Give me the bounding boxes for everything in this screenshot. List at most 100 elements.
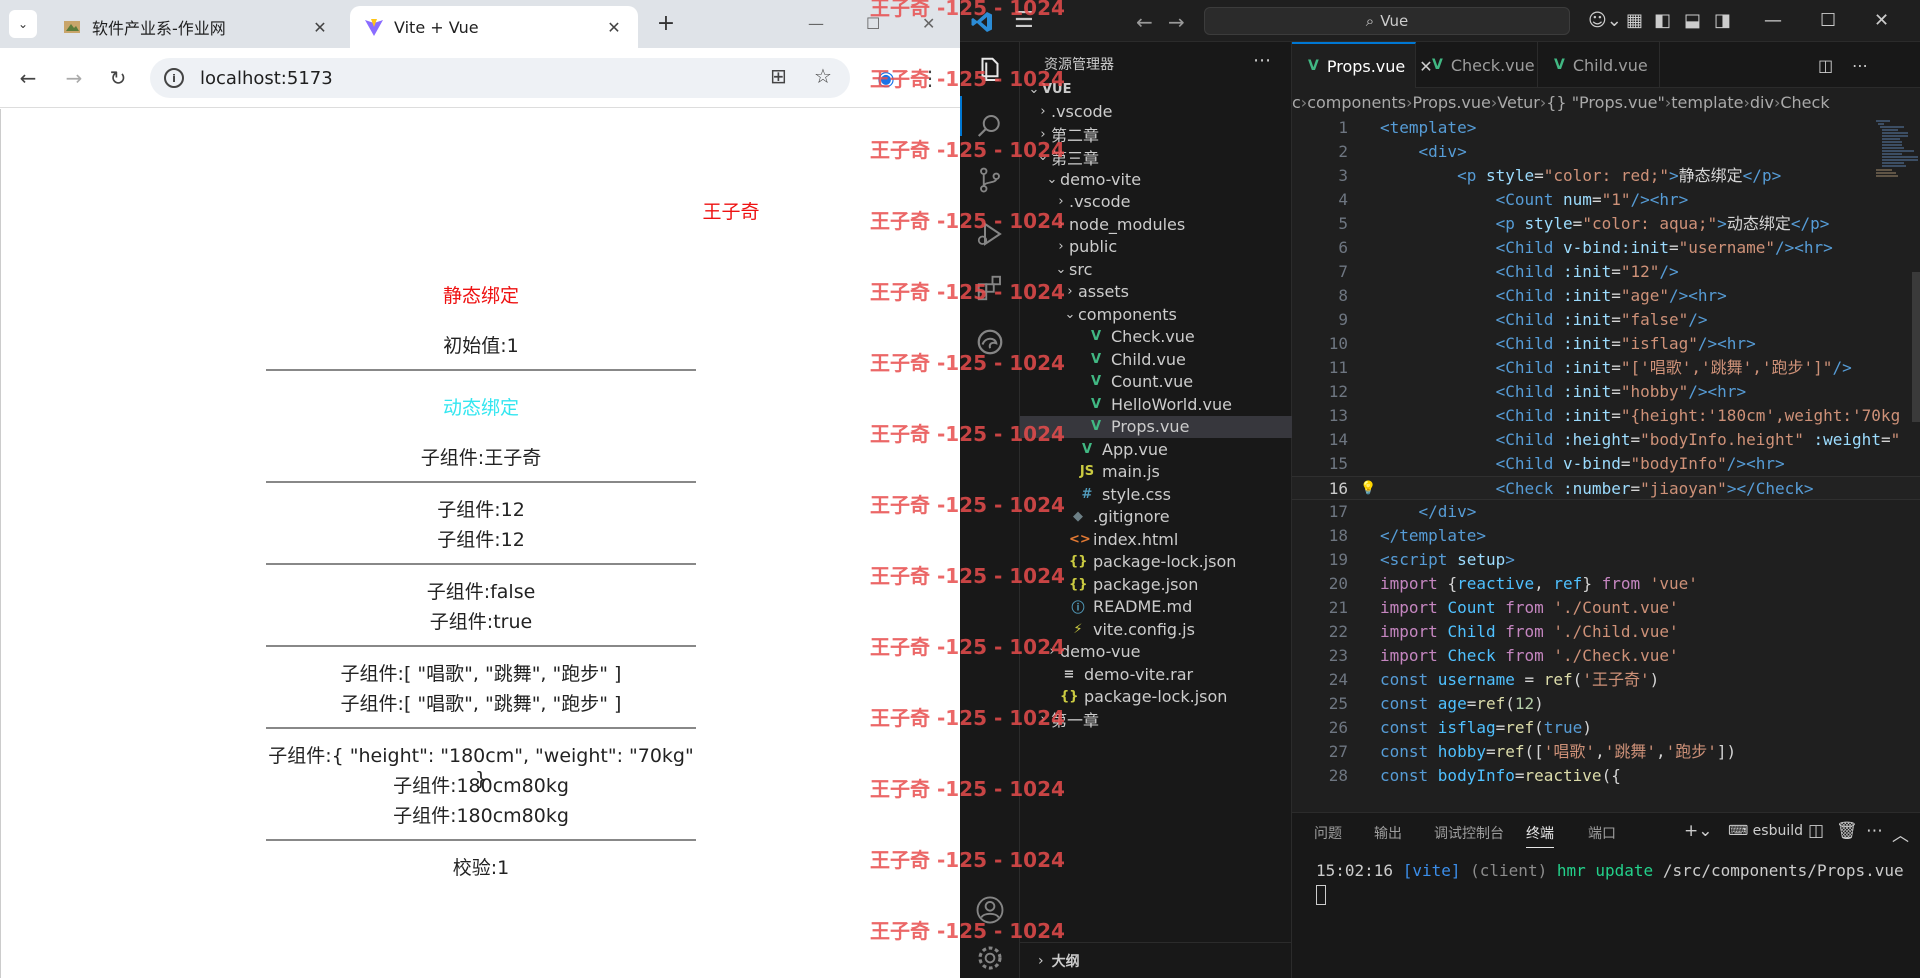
code-line[interactable]: 6 <Child v-bind:init="username"/><hr> (1292, 236, 1920, 260)
code-line[interactable]: 20 import {reactive, ref} from 'vue' (1292, 572, 1920, 596)
tree-item[interactable]: ◆ .gitignore (1020, 506, 1292, 528)
editor-tab-props[interactable]: V Props.vue ✕ (1292, 42, 1433, 88)
maximize-panel-icon[interactable]: ︿ (1892, 821, 1909, 846)
tree-item[interactable]: V Child.vue (1020, 348, 1292, 370)
code-line[interactable]: 19 <script setup> (1292, 548, 1920, 572)
code-line[interactable]: 28 const bodyInfo=reactive({ (1292, 764, 1920, 788)
code-line[interactable]: 3 <p style="color: red;">静态绑定</p> (1292, 164, 1920, 188)
layout-icon[interactable]: ▦ (1626, 10, 1643, 31)
code-line[interactable]: 13 <Child :init="{height:'180cm',weight:… (1292, 404, 1920, 428)
toggle-sidebar-icon[interactable]: ◧ (1654, 10, 1671, 31)
tree-item[interactable]: V Props.vue (1020, 415, 1292, 438)
tree-item[interactable]: JS main.js (1020, 461, 1292, 483)
run-debug-icon[interactable] (970, 214, 1010, 254)
code-line[interactable]: 17 </div> (1292, 500, 1920, 524)
browser-tab-1[interactable]: 软件产业系-作业网 ✕ (48, 6, 344, 48)
code-line[interactable]: 11 <Child :init="['唱歌','跳舞','跑步']"/> (1292, 356, 1920, 380)
translate-icon[interactable]: ⊞ (770, 64, 787, 88)
breadcrumb-item[interactable]: {} "Props.vue" (1546, 93, 1665, 112)
copilot-icon[interactable]: ☺⌄ (1588, 10, 1622, 31)
code-line[interactable]: 8 <Child :init="age"/><hr> (1292, 284, 1920, 308)
outline-section[interactable]: › 大纲 (1020, 942, 1292, 978)
command-center-search[interactable]: ⌕ Vue (1204, 7, 1570, 35)
breadcrumb-item[interactable]: div (1750, 93, 1774, 112)
tree-item[interactable]: › node_modules (1020, 213, 1292, 235)
code-editor[interactable]: 1 <template> 2 <div> 3 <p style="color: red… (1292, 116, 1920, 812)
code-line[interactable]: 4 <Count num="1"/><hr> (1292, 188, 1920, 212)
terminal-output[interactable]: 15:02:16 [vite] (client) hmr update /src… (1316, 861, 1904, 880)
tree-item[interactable]: ⌄ 第三章 (1020, 146, 1292, 168)
code-line[interactable]: 21 import Count from './Count.vue' (1292, 596, 1920, 620)
new-terminal-icon[interactable]: +⌄ (1684, 821, 1713, 841)
tree-item[interactable]: V App.vue (1020, 438, 1292, 460)
more-actions-icon[interactable]: ⋯ (1866, 821, 1883, 841)
maximize-icon[interactable]: ☐ (1820, 10, 1836, 31)
code-line[interactable]: 23 import Check from './Check.vue' (1292, 644, 1920, 668)
tree-item[interactable]: ⚡ vite.config.js (1020, 618, 1292, 640)
code-line[interactable]: 14 <Child :height="bodyInfo.height" :wei… (1292, 428, 1920, 452)
back-arrow-icon[interactable]: ← (1136, 10, 1153, 34)
account-icon[interactable] (970, 890, 1010, 930)
close-tab-icon[interactable]: ✕ (310, 18, 330, 37)
panel-tab-debug-console[interactable]: 调试控制台 (1434, 823, 1504, 843)
code-line[interactable]: 2 <div> (1292, 140, 1920, 164)
tree-item[interactable]: › 第二章 (1020, 123, 1292, 145)
split-editor-icon[interactable]: ◫ (1818, 56, 1833, 75)
explorer-icon[interactable] (970, 50, 1010, 90)
extensions-icon[interactable] (970, 268, 1010, 308)
breadcrumb-item[interactable]: template (1671, 93, 1743, 112)
tree-item[interactable]: {} package.json (1020, 573, 1292, 595)
editor-tab-child[interactable]: V Child.vue (1538, 42, 1660, 88)
tab-search-button[interactable]: ⌄ (9, 10, 37, 38)
close-window-icon[interactable]: ✕ (922, 14, 935, 33)
code-line[interactable]: 24 const username = ref('王子奇') (1292, 668, 1920, 692)
site-info-icon[interactable]: i (164, 68, 184, 88)
lightbulb-icon[interactable]: 💡 (1360, 477, 1376, 501)
forward-arrow-icon[interactable]: → (1168, 10, 1185, 34)
breadcrumb-item[interactable]: Vetur (1497, 93, 1540, 112)
tree-item[interactable]: V HelloWorld.vue (1020, 393, 1292, 415)
editor-tab-check[interactable]: V Check.vue (1416, 42, 1538, 88)
tree-item[interactable]: V Count.vue (1020, 371, 1292, 393)
code-line[interactable]: 7 <Child :init="12"/> (1292, 260, 1920, 284)
more-actions-icon[interactable]: ⋯ (1253, 50, 1271, 71)
search-icon[interactable] (970, 106, 1010, 146)
vertical-scrollbar[interactable] (1912, 272, 1920, 422)
code-line[interactable]: 15 <Child v-bind="bodyInfo"/><hr> (1292, 452, 1920, 476)
tree-item[interactable]: {} package-lock.json (1020, 686, 1292, 708)
tree-item[interactable]: ≡ demo-vite.rar (1020, 663, 1292, 685)
tree-item[interactable]: › public (1020, 236, 1292, 258)
tree-item[interactable]: › .vscode (1020, 101, 1292, 123)
code-line[interactable]: 27 const hobby=ref(['唱歌','跳舞','跑步']) (1292, 740, 1920, 764)
menu-icon[interactable]: ☰ (1014, 8, 1034, 33)
breadcrumb-item[interactable]: c (1292, 93, 1301, 112)
tree-item[interactable]: › .vscode (1020, 191, 1292, 213)
breadcrumb-item[interactable]: Props.vue (1412, 93, 1490, 112)
panel-tab-ports[interactable]: 端口 (1588, 823, 1616, 843)
code-line[interactable]: 10 <Child :init="isflag"/><hr> (1292, 332, 1920, 356)
browser-tab-2[interactable]: Vite + Vue ✕ (350, 6, 638, 48)
forward-arrow-icon[interactable]: → (60, 64, 88, 92)
code-line[interactable]: 18 </template> (1292, 524, 1920, 548)
browser-menu-icon[interactable]: ⋮ (916, 64, 944, 92)
maximize-icon[interactable]: ☐ (866, 14, 880, 33)
reload-icon[interactable]: ↻ (104, 64, 132, 92)
tree-item[interactable]: › 第一章 (1020, 708, 1292, 730)
terminal-profile[interactable]: ⌨ esbuild (1728, 823, 1803, 839)
panel-tab-output[interactable]: 输出 (1374, 823, 1402, 843)
tree-item[interactable]: <> index.html (1020, 528, 1292, 550)
tree-item[interactable]: ⌄ demo-vite (1020, 168, 1292, 190)
source-control-icon[interactable] (970, 160, 1010, 200)
profile-icon[interactable]: ◉ (872, 64, 900, 92)
code-line[interactable]: 25 const age=ref(12) (1292, 692, 1920, 716)
breadcrumb-item[interactable]: components (1307, 93, 1406, 112)
more-actions-icon[interactable]: ⋯ (1852, 56, 1868, 75)
tree-item[interactable]: V Check.vue (1020, 326, 1292, 348)
code-line[interactable]: 12 <Child :init="hobby"/><hr> (1292, 380, 1920, 404)
tree-item[interactable]: › assets (1020, 281, 1292, 303)
panel-tab-terminal[interactable]: 终端 (1526, 823, 1554, 848)
code-line[interactable]: 1 <template> (1292, 116, 1920, 140)
split-terminal-icon[interactable]: ◫ (1808, 821, 1824, 841)
panel-tab-problems[interactable]: 问题 (1314, 823, 1342, 843)
tree-item[interactable]: ⓘ README.md (1020, 596, 1292, 618)
